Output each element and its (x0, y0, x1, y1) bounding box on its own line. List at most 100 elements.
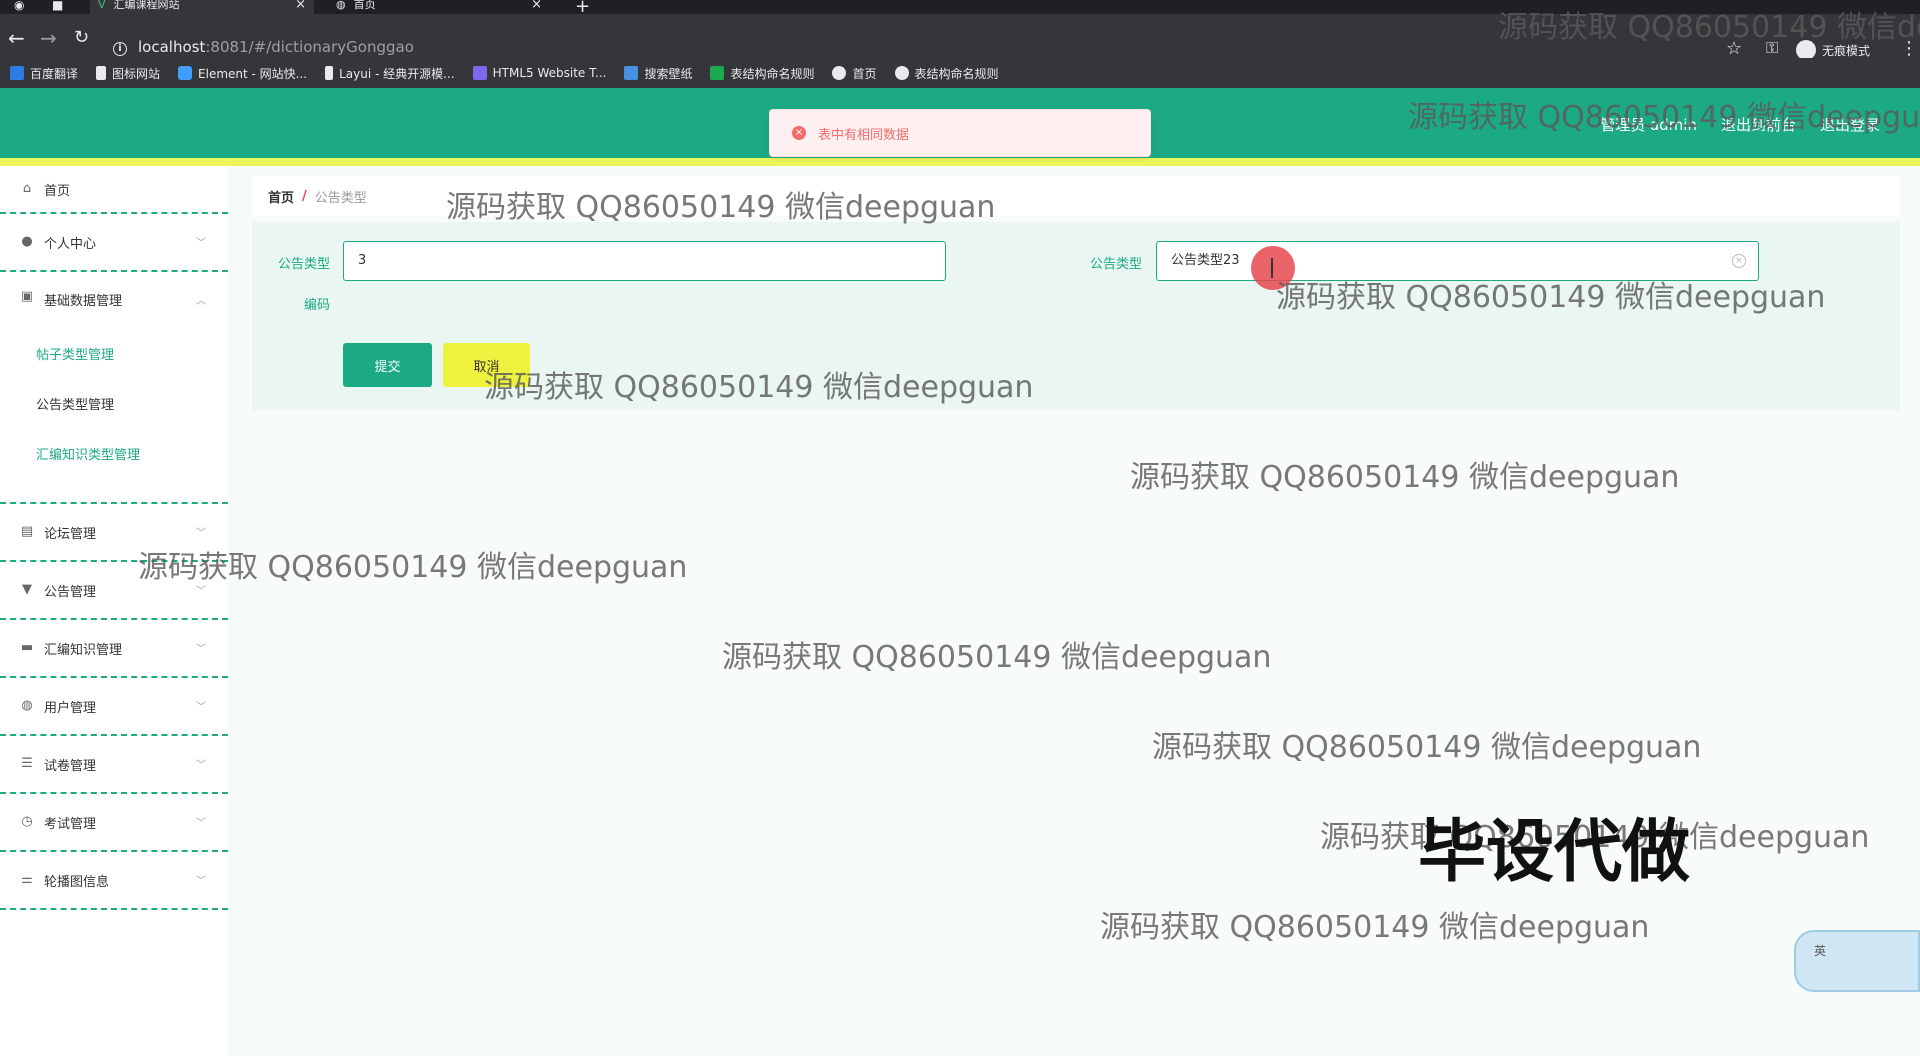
sidebar-item-label: 用户管理 (44, 700, 97, 716)
ime-language-label: 英 (1814, 944, 1827, 958)
bookmark-item[interactable]: 搜索壁纸 (624, 65, 692, 82)
back-icon[interactable]: ← (8, 28, 25, 48)
globe-icon (832, 66, 847, 80)
layui-icon (325, 66, 334, 80)
bookmark-item[interactable]: 表结构命名规则 (894, 65, 999, 82)
tab-label: 汇编课程网站 (113, 0, 180, 11)
watermark-text: 源码获取 QQ86050149 微信deepguan (722, 640, 1272, 675)
sheet-icon (710, 66, 725, 80)
bookmark-label: 搜索壁纸 (644, 66, 693, 81)
bookmark-item[interactable]: Element - 网站快... (178, 65, 307, 82)
forward-icon[interactable]: → (40, 28, 57, 48)
sidebar-item-label: 个人中心 (44, 236, 97, 252)
element-icon (178, 66, 193, 80)
info-icon[interactable]: i (113, 42, 127, 56)
wallpaper-icon (624, 66, 639, 80)
sidebar-item-users[interactable]: ◍ 用户管理 ﹀ (0, 678, 228, 736)
tab-home[interactable]: ◍ 首页 × (328, 0, 550, 14)
chevron-up-icon: ︿ (196, 296, 206, 307)
sidebar-item-personal-center[interactable]: ● 个人中心 ﹀ (0, 214, 228, 272)
tab-course-site[interactable]: V 汇编课程网站 × (90, 0, 314, 14)
sidebar-item-label: 首页 (44, 183, 71, 199)
sidebar-item-label: 论坛管理 (44, 526, 97, 542)
tab-label: 首页 (353, 0, 376, 11)
chevron-down-icon: ﹀ (196, 528, 206, 539)
sidebar-item-label: 公告管理 (44, 584, 97, 600)
close-icon[interactable]: × (295, 0, 306, 11)
watermark-text: 源码获取 QQ86050149 微信deepguan (446, 190, 996, 225)
sidebar-item-label: 基础数据管理 (44, 294, 123, 309)
bookmark-label: 图标网站 (112, 66, 161, 81)
bookmark-label: 首页 (852, 66, 877, 81)
bookmarks-bar: 百度翻译 图标网站 Element - 网站快... Layui - 经典开源模… (0, 58, 1920, 88)
url-path: :8081/#/dictionaryGonggao (205, 38, 414, 56)
bookmark-item[interactable]: 首页 (832, 65, 877, 82)
sidebar-item-exams[interactable]: ◷ 考试管理 ﹀ (0, 794, 228, 852)
sidebar-item-label: 试卷管理 (44, 758, 97, 774)
clear-icon[interactable]: × (1732, 254, 1746, 268)
error-toast: × 表中有相同数据 (769, 109, 1151, 157)
sliders-icon: ⚌ (21, 872, 33, 887)
name-label: 公告类型 (1089, 257, 1142, 272)
chevron-down-icon: ﹀ (196, 238, 206, 249)
bookmark-label: HTML5 Website T... (492, 66, 607, 80)
window-icon: ■ (52, 0, 64, 12)
chevron-down-icon: ﹀ (196, 760, 206, 771)
watermark-text: 源码获取 QQ86050149 微信deepguan (1130, 460, 1680, 495)
clock-icon: ◷ (21, 814, 33, 829)
reload-icon[interactable]: ↻ (74, 28, 89, 48)
user-icon: ● (21, 234, 33, 249)
name-input-value: 公告类型23 (1171, 253, 1240, 268)
bookmark-item[interactable]: 图标网站 (96, 65, 160, 82)
breadcrumb-home[interactable]: 首页 (268, 187, 294, 206)
ime-widget[interactable]: 英 (1794, 930, 1920, 992)
briefcase-icon: ▬ (20, 640, 34, 655)
globe-icon: ◍ (21, 698, 33, 713)
url-host: localhost (138, 38, 206, 56)
flag-icon (96, 66, 107, 80)
sidebar: ⌂ 首页 ● 个人中心 ﹀ ▣ 基础数据管理 ︿ 帖子类型管理 公告类型管理 汇… (0, 166, 228, 1056)
breadcrumb-current: 公告类型 (314, 190, 367, 206)
home-icon: ⌂ (22, 181, 32, 196)
header-accent-strip (0, 158, 1920, 166)
sidebar-item-home[interactable]: ⌂ 首页 (0, 166, 228, 214)
megaphone-icon: ▼ (22, 582, 32, 597)
sidebar-item-basic-data[interactable]: ▣ 基础数据管理 ︿ (0, 272, 228, 504)
sidebar-item-carousel[interactable]: ⚌ 轮播图信息 ﹀ (0, 852, 228, 910)
watermark-big-text: 毕设代做 (1418, 813, 1691, 892)
chevron-down-icon: ﹀ (196, 876, 206, 887)
sidebar-subitem-notice-type[interactable]: 公告类型管理 (36, 394, 114, 413)
submit-button[interactable]: 提交 (343, 343, 432, 387)
sidebar-subitem-post-type[interactable]: 帖子类型管理 (36, 344, 114, 363)
sidebar-item-label: 考试管理 (44, 816, 97, 832)
bookmark-item[interactable]: Layui - 经典开源模... (325, 65, 455, 82)
sidebar-item-label: 汇编知识管理 (44, 642, 123, 658)
html5-icon (472, 66, 487, 80)
sidebar-item-label: 轮播图信息 (44, 874, 110, 890)
sidebar-item-knowledge[interactable]: ▬ 汇编知识管理 ﹀ (0, 620, 228, 678)
code-label: 公告类型 (277, 257, 330, 272)
error-icon: × (792, 126, 806, 140)
url-field[interactable]: localhost:8081/#/dictionaryGonggao (138, 38, 414, 56)
bookmark-label: 百度翻译 (30, 66, 79, 81)
bookmark-item[interactable]: 表结构命名规则 (710, 65, 814, 82)
close-icon[interactable]: × (531, 0, 542, 11)
watermark-text: 源码获取 QQ86050149 微信deepguan (484, 370, 1034, 405)
toast-message: 表中有相同数据 (818, 127, 910, 143)
bookmark-item[interactable]: 百度翻译 (10, 65, 78, 82)
watermark-text: 源码获取 QQ86050149 微信deepguan (1152, 730, 1702, 765)
bookmark-label: Layui - 经典开源模... (339, 66, 455, 81)
bookmark-label: Element - 网站快... (198, 66, 308, 81)
bookmark-label: 表结构命名规则 (730, 66, 815, 81)
watermark-text: 源码获取 QQ86050149 微信deepguan (138, 550, 688, 585)
breadcrumb-separator: / (302, 188, 307, 204)
watermark-text: 源码获取 QQ86050149 微信deepguan (1276, 280, 1826, 315)
sidebar-subitem-knowledge-type[interactable]: 汇编知识类型管理 (36, 444, 140, 463)
code-input[interactable]: 3 (343, 241, 946, 281)
chevron-down-icon: ﹀ (196, 644, 206, 655)
bookmark-item[interactable]: HTML5 Website T... (472, 66, 607, 80)
sidebar-item-papers[interactable]: ☰ 试卷管理 ﹀ (0, 736, 228, 794)
chevron-down-icon: ﹀ (196, 702, 206, 713)
watermark-text: 源码获取 QQ86050149 微信deepguan (1100, 910, 1650, 945)
globe-icon (894, 66, 909, 80)
